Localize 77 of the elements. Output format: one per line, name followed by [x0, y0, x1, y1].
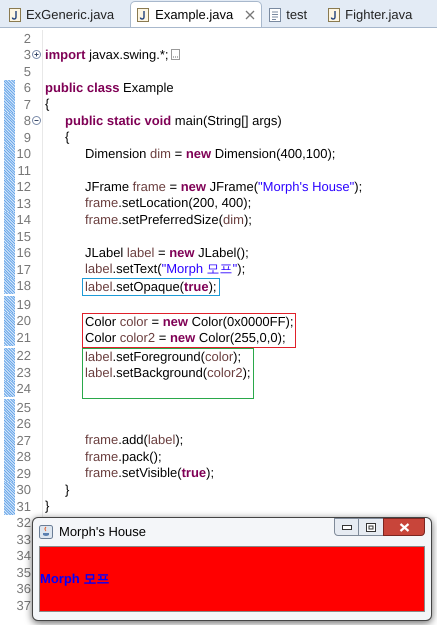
- code-line: label.setForeground(color);: [85, 348, 242, 365]
- line-number: 26: [16, 415, 31, 433]
- close-icon: [398, 522, 410, 532]
- java-cup-icon: [39, 525, 53, 539]
- line-number: 15: [16, 228, 31, 246]
- code-line: {: [45, 96, 50, 112]
- line-number: 24: [16, 380, 31, 398]
- folded-code-icon[interactable]: [170, 49, 180, 60]
- expand-icon[interactable]: [32, 50, 41, 60]
- collapse-icon[interactable]: [32, 116, 41, 126]
- window-title: Morph's House: [59, 523, 146, 542]
- java-file-icon: [9, 8, 21, 22]
- line-number: 12: [16, 178, 31, 196]
- code-line: }: [45, 498, 50, 514]
- line-number: 13: [16, 194, 31, 212]
- code-line: frame.setPreferredSize(dim);: [85, 212, 252, 228]
- line-number: 11: [16, 162, 31, 180]
- java-file-icon: [328, 8, 340, 22]
- code-line: JLabel label = new JLabel();: [85, 244, 249, 261]
- line-number: 17: [16, 260, 31, 278]
- code-line: Color color = new Color(0x0000FF);: [85, 314, 294, 330]
- code-line: frame.add(label);: [85, 432, 184, 448]
- line-number: 35: [16, 564, 31, 582]
- line-number: 14: [16, 211, 31, 229]
- line-number: 8: [22, 112, 31, 130]
- code-line: import javax.swing.*;: [45, 46, 169, 63]
- line-number: 28: [16, 448, 31, 466]
- line-number: 21: [16, 328, 31, 346]
- line-number: 31: [16, 498, 31, 516]
- java-file-icon: [137, 8, 150, 22]
- line-number: 9: [22, 128, 31, 146]
- code-line: frame.pack();: [85, 448, 162, 465]
- code-line: label.setBackground(color2);: [85, 365, 251, 382]
- line-number: 18: [16, 277, 31, 295]
- code-line: public static void main(String[] args): [65, 112, 282, 129]
- label-text: Morph 모프: [40, 570, 110, 588]
- line-number: 30: [16, 481, 31, 499]
- code-line: }: [65, 482, 70, 498]
- line-number: 22: [16, 347, 31, 365]
- line-number: 27: [16, 432, 31, 450]
- maximize-button[interactable]: [359, 518, 383, 536]
- line-number: 29: [16, 464, 31, 482]
- line-number: 32: [16, 514, 31, 532]
- line-number: 34: [16, 547, 31, 565]
- line-number: 16: [16, 244, 31, 262]
- code-line: label.setOpaque(true);: [85, 278, 217, 295]
- line-number: 2: [22, 30, 31, 48]
- minimize-button[interactable]: [334, 518, 359, 536]
- line-number: 19: [16, 296, 31, 314]
- editor-tab[interactable]: ExGeneric.java: [4, 3, 128, 27]
- line-number: 20: [16, 312, 31, 330]
- line-number: 25: [16, 398, 31, 416]
- code-line: JFrame frame = new JFrame("Morph's House");: [85, 178, 362, 195]
- close-button[interactable]: [383, 518, 425, 536]
- line-number: 7: [22, 96, 31, 114]
- line-number: 36: [16, 580, 31, 598]
- code-line: frame.setLocation(200, 400);: [85, 195, 252, 212]
- close-icon[interactable]: [245, 10, 256, 20]
- code-line: label.setText("Morph 모프");: [85, 261, 246, 278]
- line-number: 10: [16, 145, 31, 163]
- minimize-icon: [342, 524, 352, 530]
- code-line: Dimension dim = new Dimension(400,100);: [85, 146, 336, 162]
- text-file-icon: [269, 8, 282, 22]
- editor-tab[interactable]: Fighter.java: [323, 3, 426, 27]
- line-number: 6: [22, 79, 31, 97]
- line-number: 3: [22, 46, 31, 64]
- code-line: Color color2 = new Color(255,0,0);: [85, 330, 286, 346]
- code-line: frame.setVisible(true);: [85, 465, 214, 482]
- line-number: 5: [22, 62, 31, 80]
- code-line: public class Example: [45, 80, 174, 96]
- line-number: 23: [16, 364, 31, 382]
- maximize-icon: [366, 522, 376, 532]
- line-number: 33: [16, 530, 31, 548]
- code-line: {: [65, 129, 70, 146]
- editor-tab[interactable]: test: [264, 3, 322, 27]
- line-number: 37: [16, 596, 31, 614]
- editor-tab[interactable]: Example.java: [130, 1, 262, 27]
